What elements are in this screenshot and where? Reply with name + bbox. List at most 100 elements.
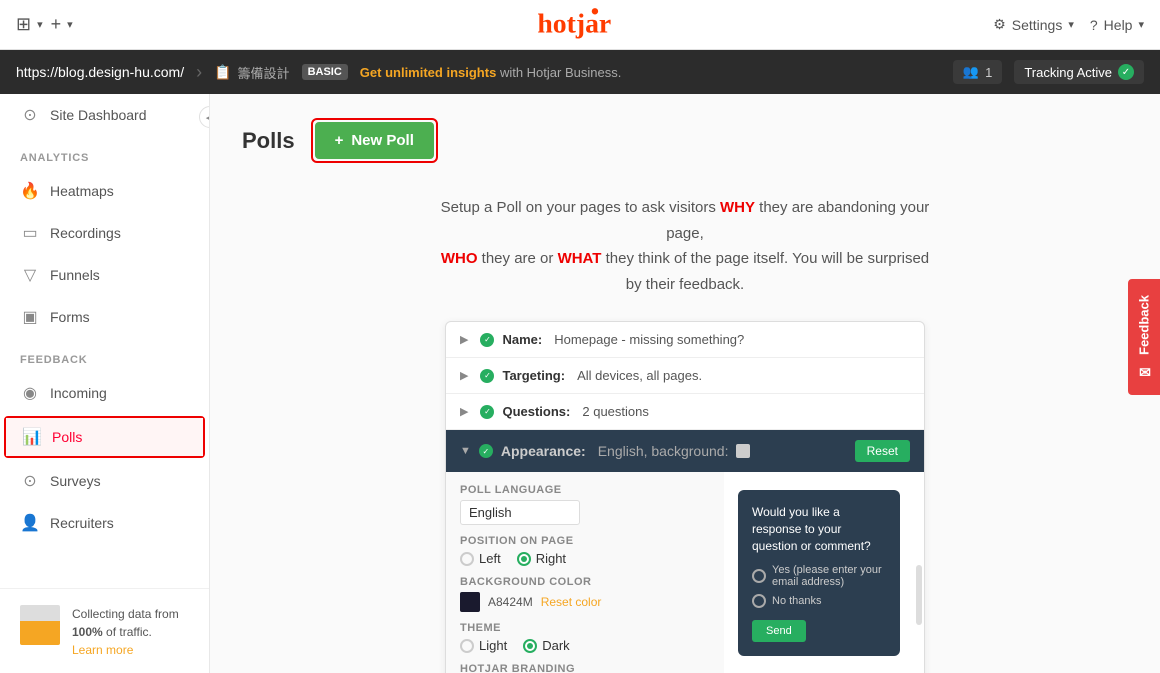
row2-green-dot: [480, 369, 494, 383]
funnels-label: Funnels: [50, 267, 100, 283]
row4-label: Appearance:: [501, 443, 586, 459]
sidebar-item-surveys[interactable]: ⊙ Surveys: [0, 460, 209, 502]
dashboard-dropdown-icon: ▾: [37, 18, 43, 31]
incoming-icon: ◉: [20, 383, 40, 403]
position-left-option[interactable]: Left: [460, 551, 501, 566]
forms-label: Forms: [50, 309, 90, 325]
sidebar-bottom-text: Collecting data from 100% of traffic.: [72, 605, 189, 641]
dashboard-icon-button[interactable]: ⊞ ▾: [16, 14, 43, 35]
theme-dark-label: Dark: [542, 638, 569, 653]
color-swatch[interactable]: [460, 592, 480, 612]
add-button[interactable]: + ▾: [51, 14, 73, 35]
site-bar: https://blog.design-hu.com/ › 📋 籌備設計 BAS…: [0, 50, 1160, 94]
sidebar-item-recordings[interactable]: ▭ Recordings: [0, 212, 209, 254]
info-text: Setup a Poll on your pages to ask visito…: [435, 195, 935, 297]
new-poll-button[interactable]: + New Poll: [315, 122, 434, 159]
sidebar-item-label: Site Dashboard: [50, 107, 147, 123]
row3-arrow: ▶: [460, 405, 468, 418]
appearance-bar-content: ▼ Appearance: English, background:: [460, 443, 750, 459]
position-options: Left Right: [460, 551, 710, 566]
help-icon: ?: [1090, 17, 1098, 33]
feedback-tab[interactable]: ✉ Feedback: [1128, 279, 1160, 395]
preview-row-name[interactable]: ▶ Name: Homepage - missing something?: [446, 322, 924, 358]
gear-icon: ⚙: [993, 16, 1006, 33]
traffic-chart-icon: [20, 605, 60, 645]
sidebar-item-funnels[interactable]: ▽ Funnels: [0, 254, 209, 296]
row2-label: Targeting:: [502, 368, 565, 383]
site-divider: ›: [196, 62, 202, 83]
preview-row-questions[interactable]: ▶ Questions: 2 questions: [446, 394, 924, 430]
settings-dropdown-icon: ▾: [1068, 18, 1074, 31]
analytics-section-header: ANALYTICS: [0, 136, 209, 170]
feedback-icon: ✉: [1136, 362, 1152, 378]
collecting-percent: 100%: [72, 625, 103, 639]
theme-label: THEME: [460, 622, 710, 634]
collecting-text2: of traffic.: [106, 625, 152, 639]
top-nav: ⊞ ▾ + ▾ hotjar ⚙ Settings ▾ ? Help ▾: [0, 0, 1160, 50]
preview-card: ▶ Name: Homepage - missing something? ▶ …: [445, 321, 925, 673]
logo: hotjar: [537, 7, 622, 42]
preview-row-targeting[interactable]: ▶ Targeting: All devices, all pages.: [446, 358, 924, 394]
row3-green-dot: [480, 405, 494, 419]
page-title: Polls: [242, 128, 295, 154]
option1-radio: [752, 569, 766, 583]
sidebar-item-forms[interactable]: ▣ Forms: [0, 296, 209, 338]
plus-icon: +: [51, 14, 62, 35]
sidebar-item-recruiters[interactable]: 👤 Recruiters: [0, 502, 209, 544]
site-bar-right: 👥 1 Tracking Active: [953, 60, 1144, 84]
sidebar-item-site-dashboard[interactable]: ⊙ Site Dashboard: [0, 94, 209, 136]
settings-label: Settings: [1012, 17, 1063, 33]
sidebar-item-incoming[interactable]: ◉ Incoming: [0, 372, 209, 414]
recordings-label: Recordings: [50, 225, 121, 241]
color-preview-swatch: [736, 444, 750, 458]
sidebar-item-heatmaps[interactable]: 🔥 Heatmaps: [0, 170, 209, 212]
preview-appearance-bar[interactable]: ▼ Appearance: English, background: Reset: [446, 430, 924, 472]
row1-label: Name:: [502, 332, 542, 347]
help-label: Help: [1104, 17, 1133, 33]
info-text-1: Setup a Poll on your pages to ask visito…: [441, 199, 716, 216]
poll-submit-btn[interactable]: Send: [752, 620, 806, 642]
site-url[interactable]: https://blog.design-hu.com/: [16, 64, 184, 80]
bg-color-options: A8424M Reset color: [460, 592, 710, 612]
learn-more-link[interactable]: Learn more: [72, 643, 133, 657]
page-header: Polls + New Poll: [242, 118, 1128, 163]
heatmaps-icon: 🔥: [20, 181, 40, 201]
row1-arrow: ▶: [460, 333, 468, 346]
upgrade-text[interactable]: Get unlimited insights with Hotjar Busin…: [360, 65, 622, 80]
position-right-option[interactable]: Right: [517, 551, 566, 566]
sidebar-item-polls[interactable]: 📊 Polls: [6, 418, 203, 456]
save-btn[interactable]: Reset: [855, 440, 910, 462]
branding-row: HOTJAR BRANDING Hide BUSINESS: [460, 663, 710, 673]
theme-light-option[interactable]: Light: [460, 638, 507, 653]
new-poll-plus-icon: +: [335, 132, 344, 149]
poll-widget-preview: Would you like a response to your questi…: [724, 472, 924, 673]
poll-lang-value[interactable]: English: [460, 500, 580, 525]
bg-color-row: BACKGROUND COLOR A8424M Reset color: [460, 576, 710, 612]
scrollbar-area: [916, 565, 924, 625]
poll-widget-mock: Would you like a response to your questi…: [738, 490, 900, 656]
theme-dark-option[interactable]: Dark: [523, 638, 569, 653]
visitors-icon: 👥: [963, 64, 979, 80]
tracking-active-button[interactable]: Tracking Active: [1014, 60, 1144, 84]
info-text-3: they are or: [482, 250, 554, 267]
option2-radio: [752, 594, 766, 608]
row1-green-dot: [480, 333, 494, 347]
funnels-icon: ▽: [20, 265, 40, 285]
row2-value: All devices, all pages.: [577, 368, 702, 383]
settings-button[interactable]: ⚙ Settings ▾: [993, 16, 1074, 33]
branding-label: HOTJAR BRANDING: [460, 663, 710, 673]
position-right-label: Right: [536, 551, 566, 566]
hotjar-logo-svg: hotjar: [537, 7, 622, 39]
help-button[interactable]: ? Help ▾: [1090, 17, 1144, 33]
sidebar-bottom-info: Collecting data from 100% of traffic. Le…: [72, 605, 189, 657]
info-section: Setup a Poll on your pages to ask visito…: [435, 195, 935, 297]
who-label: WHO: [441, 250, 478, 267]
color-code: A8424M: [488, 595, 533, 609]
light-radio: [460, 639, 474, 653]
site-name-icon: 📋: [214, 64, 231, 81]
theme-options: Light Dark: [460, 638, 710, 653]
color-reset[interactable]: Reset color: [541, 595, 602, 609]
scrollbar-thumb[interactable]: [916, 565, 922, 625]
what-label: WHAT: [558, 250, 602, 267]
visitors-button[interactable]: 👥 1: [953, 60, 1002, 84]
